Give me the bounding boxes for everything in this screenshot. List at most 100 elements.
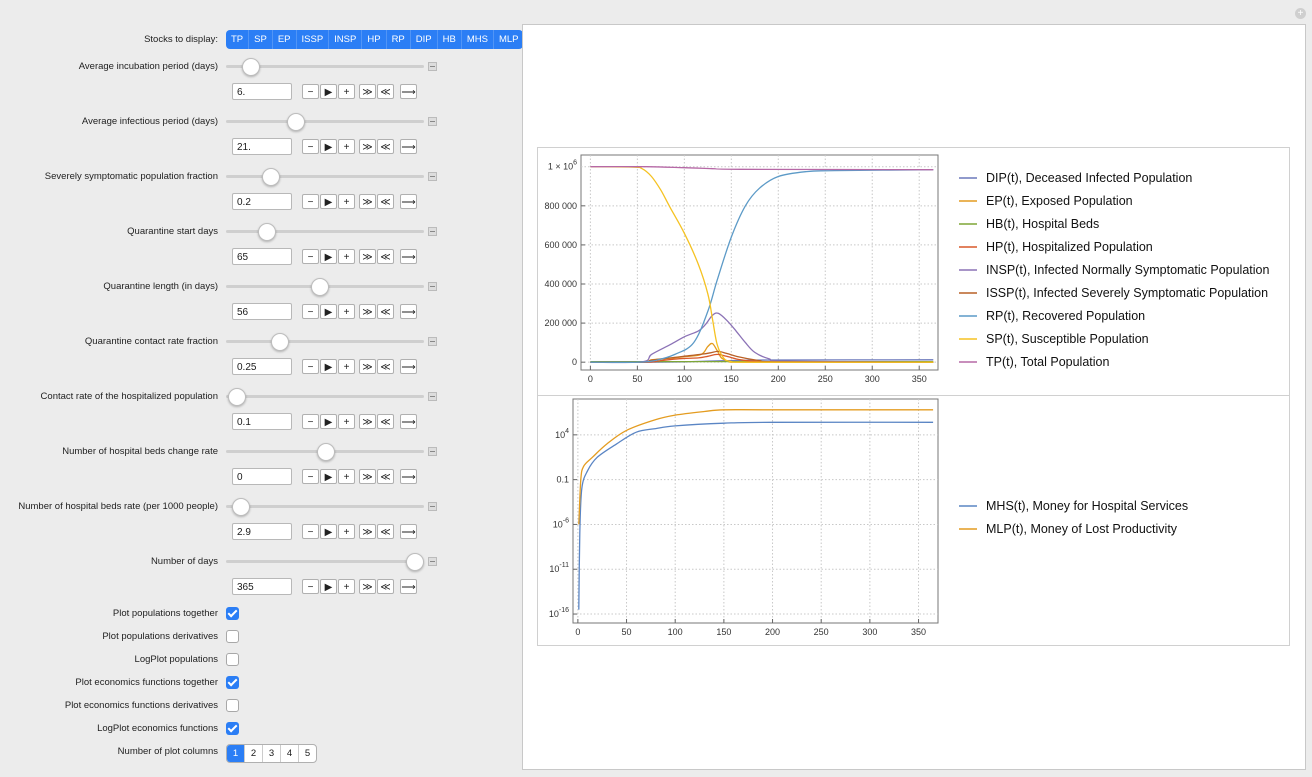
stock-button-sp[interactable]: SP [249,30,273,49]
average-infectious-period-days-value-input[interactable]: 21. [232,138,292,155]
contact-rate-of-the-hospitalized-population-value-input[interactable]: 0.1 [232,413,292,430]
faster-button[interactable]: ≫ [359,84,376,99]
step-back-button[interactable]: − [302,579,319,594]
step-back-button[interactable]: − [302,359,319,374]
slider-thumb[interactable] [241,58,260,76]
plot-columns-option-3[interactable]: 3 [263,745,281,762]
step-back-button[interactable]: − [302,84,319,99]
number-of-days-slider[interactable] [226,553,425,571]
step-forward-button[interactable]: + [338,194,355,209]
direction-button[interactable]: ⟶ [400,249,417,264]
direction-button[interactable]: ⟶ [400,84,417,99]
slider-thumb[interactable] [227,388,246,406]
stock-button-tp[interactable]: TP [226,30,250,49]
number-of-days-value-input[interactable]: 365 [232,578,292,595]
quarantine-length-in-days-slider[interactable] [226,278,424,296]
step-forward-button[interactable]: + [338,359,355,374]
faster-button[interactable]: ≫ [359,139,376,154]
faster-button[interactable]: ≫ [359,359,376,374]
slower-button[interactable]: ≪ [377,469,394,484]
slider-track[interactable] [226,120,424,123]
logplot-economics-functions-checkbox[interactable] [226,722,239,735]
faster-button[interactable]: ≫ [359,524,376,539]
collapse-controls-icon[interactable] [428,172,437,181]
step-forward-button[interactable]: + [338,414,355,429]
faster-button[interactable]: ≫ [359,469,376,484]
step-back-button[interactable]: − [302,194,319,209]
stock-button-hb[interactable]: HB [438,30,462,49]
slider-thumb[interactable] [231,498,250,516]
step-back-button[interactable]: − [302,249,319,264]
slider-track[interactable] [226,175,424,178]
add-icon[interactable]: + [1295,8,1306,19]
play-button[interactable]: ▶ [320,304,337,319]
plot-columns-option-5[interactable]: 5 [299,745,316,762]
step-back-button[interactable]: − [302,304,319,319]
slider-thumb[interactable] [261,168,280,186]
stock-button-rp[interactable]: RP [387,30,411,49]
severely-symptomatic-population-fraction-value-input[interactable]: 0.2 [232,193,292,210]
collapse-controls-icon[interactable] [428,337,437,346]
direction-button[interactable]: ⟶ [400,194,417,209]
step-forward-button[interactable]: + [338,524,355,539]
faster-button[interactable]: ≫ [359,249,376,264]
faster-button[interactable]: ≫ [359,194,376,209]
number-of-hospital-beds-rate-per-1000-people-slider[interactable] [226,498,424,516]
plot-populations-derivatives-checkbox[interactable] [226,630,239,643]
play-button[interactable]: ▶ [320,249,337,264]
collapse-controls-icon[interactable] [428,557,437,566]
collapse-controls-icon[interactable] [428,62,437,71]
step-forward-button[interactable]: + [338,249,355,264]
slider-track[interactable] [226,395,424,398]
step-forward-button[interactable]: + [338,139,355,154]
average-incubation-period-days-slider[interactable] [226,58,424,76]
play-button[interactable]: ▶ [320,414,337,429]
stock-button-mlp[interactable]: MLP [494,30,524,49]
slower-button[interactable]: ≪ [377,304,394,319]
slider-thumb[interactable] [287,113,306,131]
direction-button[interactable]: ⟶ [400,579,417,594]
play-button[interactable]: ▶ [320,579,337,594]
slider-thumb[interactable] [317,443,335,461]
plot-columns-option-4[interactable]: 4 [281,745,299,762]
play-button[interactable]: ▶ [320,469,337,484]
slider-track[interactable] [226,560,424,563]
collapse-controls-icon[interactable] [428,502,437,511]
step-forward-button[interactable]: + [338,469,355,484]
play-button[interactable]: ▶ [320,139,337,154]
stock-button-dip[interactable]: DIP [411,30,438,49]
step-back-button[interactable]: − [302,414,319,429]
quarantine-length-in-days-value-input[interactable]: 56 [232,303,292,320]
collapse-controls-icon[interactable] [428,282,437,291]
quarantine-contact-rate-fraction-slider[interactable] [226,333,424,351]
slower-button[interactable]: ≪ [377,359,394,374]
slider-track[interactable] [226,505,424,508]
play-button[interactable]: ▶ [320,84,337,99]
severely-symptomatic-population-fraction-slider[interactable] [226,168,424,186]
play-button[interactable]: ▶ [320,359,337,374]
slider-thumb[interactable] [271,333,290,351]
stock-button-mhs[interactable]: MHS [462,30,494,49]
plot-economics-functions-derivatives-checkbox[interactable] [226,699,239,712]
direction-button[interactable]: ⟶ [400,524,417,539]
step-forward-button[interactable]: + [338,84,355,99]
contact-rate-of-the-hospitalized-population-slider[interactable] [226,388,424,406]
slower-button[interactable]: ≪ [377,524,394,539]
number-of-hospital-beds-change-rate-slider[interactable] [226,443,424,461]
slower-button[interactable]: ≪ [377,194,394,209]
collapse-controls-icon[interactable] [428,117,437,126]
play-button[interactable]: ▶ [320,194,337,209]
faster-button[interactable]: ≫ [359,414,376,429]
step-forward-button[interactable]: + [338,304,355,319]
collapse-controls-icon[interactable] [428,447,437,456]
step-back-button[interactable]: − [302,139,319,154]
play-button[interactable]: ▶ [320,524,337,539]
plot-columns-option-2[interactable]: 2 [245,745,263,762]
direction-button[interactable]: ⟶ [400,139,417,154]
slower-button[interactable]: ≪ [377,249,394,264]
faster-button[interactable]: ≫ [359,579,376,594]
plot-populations-together-checkbox[interactable] [226,607,239,620]
stock-button-issp[interactable]: ISSP [297,30,330,49]
slider-thumb[interactable] [311,278,330,296]
plot-columns-option-1[interactable]: 1 [227,745,245,762]
